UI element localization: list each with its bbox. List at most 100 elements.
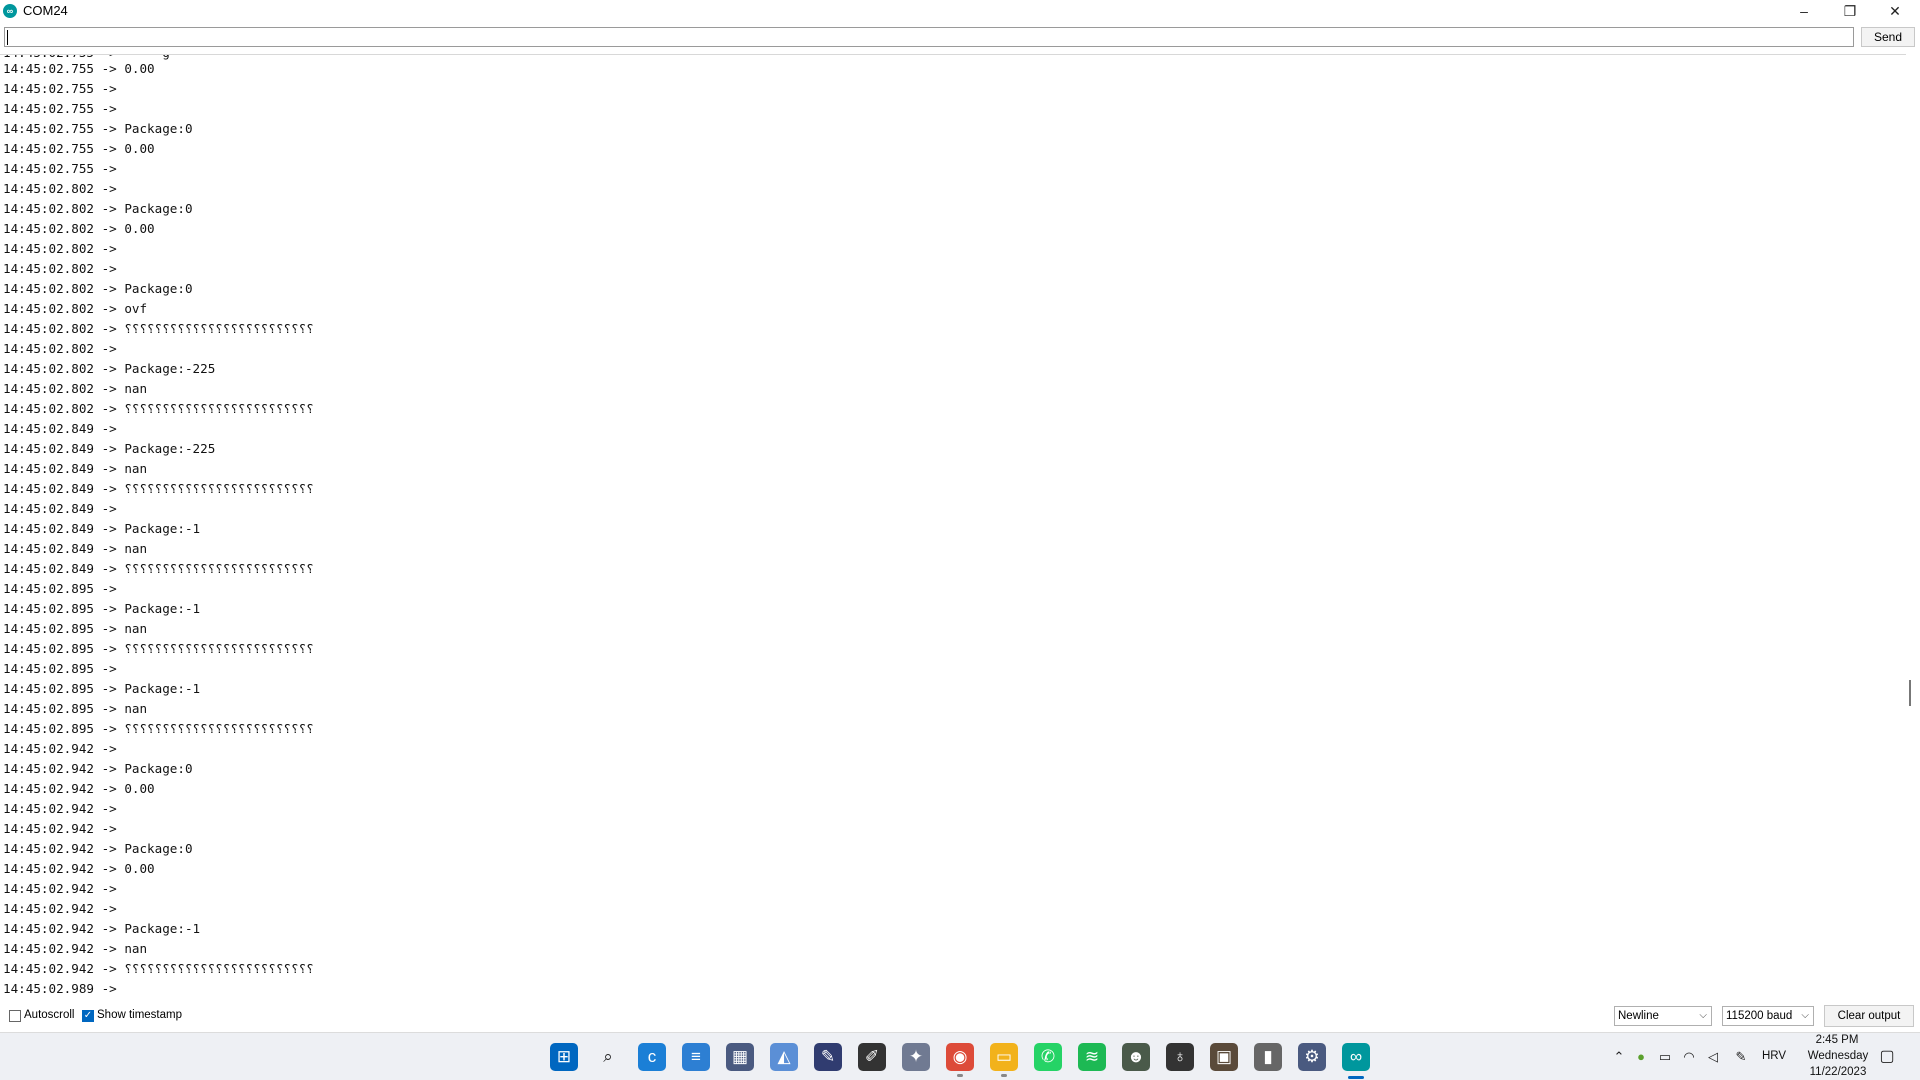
output-line: 14:45:02.802 -> nan bbox=[3, 381, 148, 396]
output-line: 14:45:02.895 -> nan bbox=[3, 701, 148, 716]
settings-icon[interactable]: ⚙ bbox=[1298, 1043, 1326, 1071]
output-line: 14:45:02.942 -> Package:-1 bbox=[3, 921, 201, 936]
output-line: 14:45:02.802 -> bbox=[3, 241, 125, 256]
output-line: 14:45:02.849 -> ⸮⸮⸮⸮⸮⸮⸮⸮⸮⸮⸮⸮⸮⸮⸮⸮⸮⸮⸮⸮⸮⸮⸮⸮… bbox=[3, 481, 314, 496]
output-line: 14:45:02.895 -> nan bbox=[3, 621, 148, 636]
clock-time[interactable]: 2:45 PM bbox=[1806, 1034, 1868, 1046]
notifications-icon[interactable]: ▢ bbox=[1878, 1048, 1896, 1066]
autoscroll-checkbox[interactable] bbox=[9, 1010, 21, 1022]
output-line: 14:45:02.895 -> ⸮⸮⸮⸮⸮⸮⸮⸮⸮⸮⸮⸮⸮⸮⸮⸮⸮⸮⸮⸮⸮⸮⸮⸮… bbox=[3, 641, 314, 656]
serial-output[interactable]: 14:45:02.755 -> -----g 14:45:02.755 -> 0… bbox=[0, 54, 1914, 1001]
title-bar: ∞ COM24 – ❐ ✕ bbox=[0, 0, 1920, 22]
chevron-down-icon: ⌵ bbox=[1801, 1010, 1809, 1021]
output-line: 14:45:02.802 -> Package:-225 bbox=[3, 361, 216, 376]
output-scrollbar[interactable] bbox=[1906, 54, 1920, 999]
running-indicator bbox=[957, 1074, 963, 1077]
wifi-icon[interactable]: ◠ bbox=[1680, 1048, 1698, 1066]
output-line: 14:45:02.802 -> ovf bbox=[3, 301, 148, 316]
chrome-icon[interactable]: ◉ bbox=[946, 1043, 974, 1071]
restore-button[interactable]: ❐ bbox=[1827, 0, 1873, 22]
clock-date[interactable]: 11/22/2023 bbox=[1798, 1066, 1878, 1078]
output-line: 14:45:02.849 -> bbox=[3, 421, 125, 436]
taskbar: ⌃ ● ▭ ◠ ◁ ✎ HRV 2:45 PM Wednesday 11/22/… bbox=[0, 1032, 1920, 1080]
volume-icon[interactable]: ◁ bbox=[1704, 1048, 1722, 1066]
clock-day[interactable]: Wednesday bbox=[1798, 1050, 1878, 1062]
tray-app-icon[interactable]: ● bbox=[1632, 1048, 1650, 1066]
chevron-down-icon: ⌵ bbox=[1699, 1010, 1707, 1021]
output-line: 14:45:02.802 -> Package:0 bbox=[3, 281, 193, 296]
show-hidden-icons-icon[interactable]: ⌃ bbox=[1610, 1048, 1628, 1066]
output-line: 14:45:02.895 -> ⸮⸮⸮⸮⸮⸮⸮⸮⸮⸮⸮⸮⸮⸮⸮⸮⸮⸮⸮⸮⸮⸮⸮⸮… bbox=[3, 721, 314, 736]
output-line: 14:45:02.802 -> Package:0 bbox=[3, 201, 193, 216]
output-line: 14:45:02.942 -> bbox=[3, 821, 125, 836]
close-button[interactable]: ✕ bbox=[1872, 0, 1918, 22]
output-line: 14:45:02.942 -> ⸮⸮⸮⸮⸮⸮⸮⸮⸮⸮⸮⸮⸮⸮⸮⸮⸮⸮⸮⸮⸮⸮⸮⸮… bbox=[3, 961, 314, 976]
keyboard-lamp-icon[interactable]: ♁ bbox=[1166, 1043, 1194, 1071]
snipping-tool-icon[interactable]: ✎ bbox=[814, 1043, 842, 1071]
edge-icon[interactable]: c bbox=[638, 1043, 666, 1071]
send-bar: Send bbox=[0, 22, 1920, 54]
spotify-icon[interactable]: ≋ bbox=[1078, 1043, 1106, 1071]
pen-icon[interactable]: ✎ bbox=[1732, 1048, 1750, 1066]
input-language[interactable]: HRV bbox=[1762, 1050, 1786, 1062]
ai-app-icon[interactable]: ✦ bbox=[902, 1043, 930, 1071]
output-line: 14:45:02.802 -> ⸮⸮⸮⸮⸮⸮⸮⸮⸮⸮⸮⸮⸮⸮⸮⸮⸮⸮⸮⸮⸮⸮⸮⸮… bbox=[3, 321, 314, 336]
running-indicator bbox=[1001, 1074, 1007, 1077]
output-line: 14:45:02.802 -> 0.00 bbox=[3, 221, 155, 236]
notepad-icon[interactable]: ≡ bbox=[682, 1043, 710, 1071]
line-ending-select[interactable]: Newline ⌵ bbox=[1614, 1006, 1712, 1026]
output-line: 14:45:02.849 -> bbox=[3, 501, 125, 516]
minecraft-icon[interactable]: ▣ bbox=[1210, 1043, 1238, 1071]
output-line: 14:45:02.942 -> bbox=[3, 801, 125, 816]
pen-app-icon[interactable]: ✐ bbox=[858, 1043, 886, 1071]
bottom-bar: Autoscroll ✓ Show timestamp Newline ⌵ 11… bbox=[0, 1000, 1920, 1032]
arduino-icon[interactable]: ∞ bbox=[1342, 1043, 1370, 1071]
calculator-icon[interactable]: ▦ bbox=[726, 1043, 754, 1071]
scrollbar-thumb[interactable] bbox=[1909, 680, 1911, 706]
text-caret bbox=[7, 30, 8, 45]
minimize-button[interactable]: – bbox=[1781, 0, 1827, 22]
output-line: 14:45:02.895 -> bbox=[3, 581, 125, 596]
output-line: 14:45:02.755 -> 0.00 bbox=[3, 141, 155, 156]
file-explorer-icon[interactable]: ▭ bbox=[990, 1043, 1018, 1071]
battery-icon[interactable]: ▭ bbox=[1656, 1048, 1674, 1066]
output-line: 14:45:02.942 -> 0.00 bbox=[3, 861, 155, 876]
search-icon[interactable]: ⌕ bbox=[594, 1043, 622, 1071]
baud-rate-select[interactable]: 115200 baud ⌵ bbox=[1722, 1006, 1814, 1026]
send-button[interactable]: Send bbox=[1861, 27, 1915, 47]
output-line: 14:45:02.755 -> Package:0 bbox=[3, 121, 193, 136]
baud-rate-value: 115200 baud bbox=[1726, 1010, 1793, 1022]
output-line: 14:45:02.942 -> bbox=[3, 881, 125, 896]
output-line: 14:45:02.849 -> nan bbox=[3, 461, 148, 476]
output-line: 14:45:02.802 -> ⸮⸮⸮⸮⸮⸮⸮⸮⸮⸮⸮⸮⸮⸮⸮⸮⸮⸮⸮⸮⸮⸮⸮⸮… bbox=[3, 401, 314, 416]
output-line: 14:45:02.802 -> bbox=[3, 341, 125, 356]
show-timestamp-checkbox[interactable]: ✓ bbox=[82, 1010, 94, 1022]
photos-icon[interactable]: ◭ bbox=[770, 1043, 798, 1071]
output-line: 14:45:02.755 -> bbox=[3, 81, 125, 96]
output-line: 14:45:02.942 -> bbox=[3, 901, 125, 916]
output-line: 14:45:02.802 -> bbox=[3, 181, 125, 196]
output-line: 14:45:02.755 -> bbox=[3, 101, 125, 116]
output-line: 14:45:02.849 -> Package:-1 bbox=[3, 521, 201, 536]
show-timestamp-label: Show timestamp bbox=[97, 1009, 183, 1021]
output-line: 14:45:02.942 -> nan bbox=[3, 941, 148, 956]
output-line: 14:45:02.942 -> Package:0 bbox=[3, 841, 193, 856]
output-line: 14:45:02.849 -> ⸮⸮⸮⸮⸮⸮⸮⸮⸮⸮⸮⸮⸮⸮⸮⸮⸮⸮⸮⸮⸮⸮⸮⸮… bbox=[3, 561, 314, 576]
output-line: 14:45:02.755 -> 0.00 bbox=[3, 61, 155, 76]
output-line: 14:45:02.942 -> 0.00 bbox=[3, 781, 155, 796]
start-icon[interactable]: ⊞ bbox=[550, 1043, 578, 1071]
output-line: 14:45:02.755 -> bbox=[3, 161, 125, 176]
whatsapp-icon[interactable]: ✆ bbox=[1034, 1043, 1062, 1071]
output-line: 14:45:02.849 -> Package:-225 bbox=[3, 441, 216, 456]
autoscroll-label: Autoscroll bbox=[24, 1009, 75, 1021]
clear-output-button[interactable]: Clear output bbox=[1824, 1005, 1914, 1027]
output-line: 14:45:02.942 -> Package:0 bbox=[3, 761, 193, 776]
arduino-logo-icon: ∞ bbox=[3, 4, 17, 18]
line-ending-value: Newline bbox=[1618, 1010, 1659, 1022]
mouse-icon[interactable]: ▮ bbox=[1254, 1043, 1282, 1071]
active-app-indicator bbox=[1348, 1076, 1364, 1079]
output-line: 14:45:02.989 -> bbox=[3, 981, 125, 996]
message-input[interactable] bbox=[4, 27, 1854, 47]
window-title: COM24 bbox=[23, 3, 68, 18]
user-app-icon[interactable]: ☻ bbox=[1122, 1043, 1150, 1071]
